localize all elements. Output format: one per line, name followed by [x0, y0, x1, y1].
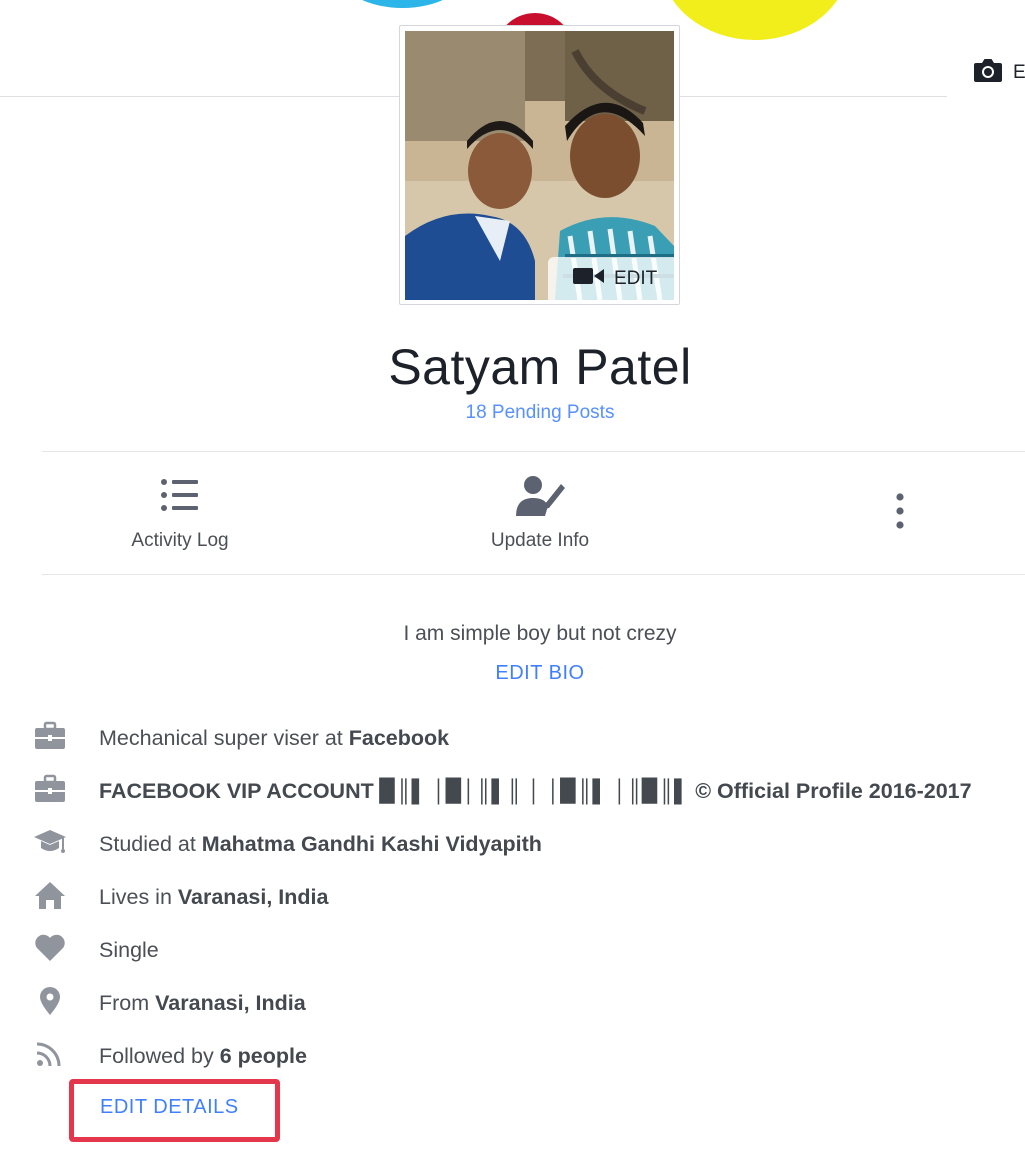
edit-cover-button[interactable]: E	[947, 48, 1025, 98]
detail-from[interactable]: From Varanasi, India	[0, 983, 306, 1023]
update-info-button[interactable]: Update Info	[455, 468, 625, 552]
briefcase-icon	[34, 721, 66, 756]
from-prefix: From	[99, 990, 156, 1015]
pending-posts-link[interactable]: 18 Pending Posts	[0, 402, 1025, 424]
detail-followers[interactable]: Followed by 6 people	[0, 1036, 307, 1076]
location-pin-icon	[34, 986, 66, 1021]
profile-photo-image: EDIT	[405, 31, 674, 300]
actions-divider-bottom	[42, 574, 1025, 575]
profile-name: Satyam Patel	[388, 339, 692, 395]
detail-lives[interactable]: Lives in Varanasi, India	[0, 877, 328, 917]
education-school: Mahatma Gandhi Kashi Vidyapith	[201, 831, 542, 856]
edit-photo-label: EDIT	[614, 267, 658, 289]
more-vertical-icon	[895, 492, 905, 535]
lives-city: Varanasi, India	[177, 884, 329, 909]
detail-work[interactable]: Mechanical super viser at Facebook	[0, 718, 449, 758]
work-company: Facebook	[348, 725, 450, 750]
detail-education[interactable]: Studied at Mahatma Gandhi Kashi Vidyapit…	[0, 824, 542, 864]
lives-prefix: Lives in	[99, 884, 178, 909]
bio-text: I am simple boy but not crezy	[403, 622, 677, 645]
profile-picture[interactable]: EDIT	[399, 25, 680, 305]
home-icon	[34, 880, 66, 915]
update-info-label: Update Info	[490, 530, 590, 551]
graduation-cap-icon	[33, 827, 66, 862]
edit-cover-label: E	[1013, 62, 1025, 83]
edit-profile-picture-button[interactable]: EDIT	[548, 257, 674, 300]
followers-count: 6 people	[219, 1043, 307, 1068]
followers-prefix: Followed by	[99, 1043, 220, 1068]
work-2-text: FACEBOOK VIP ACCOUNT ▉║▌ │▉│║▌║ │ │▉║▌ │…	[99, 778, 972, 803]
actions-divider-top	[42, 451, 1025, 452]
camera-icon	[973, 57, 1013, 89]
cover-balloon-blue	[340, 0, 465, 8]
video-camera-icon	[573, 266, 614, 292]
rss-feed-icon	[34, 1039, 66, 1074]
briefcase-icon	[34, 774, 66, 809]
detail-work-2[interactable]: FACEBOOK VIP ACCOUNT ▉║▌ │▉│║▌║ │ │▉║▌ │…	[0, 771, 972, 811]
list-icon	[160, 478, 200, 518]
activity-log-button[interactable]: Activity Log	[100, 468, 260, 552]
edit-details-link[interactable]: EDIT DETAILS	[100, 1096, 239, 1119]
more-options-button[interactable]	[880, 490, 920, 536]
detail-relationship[interactable]: Single	[0, 930, 159, 970]
relationship-status: Single	[99, 937, 159, 962]
edit-bio-link[interactable]: EDIT BIO	[0, 662, 1025, 685]
work-prefix: Mechanical super viser at	[99, 725, 349, 750]
from-city: Varanasi, India	[155, 990, 306, 1015]
cover-balloon-yellow	[660, 0, 850, 40]
person-edit-icon	[515, 474, 565, 522]
activity-log-label: Activity Log	[131, 530, 229, 551]
heart-icon	[34, 933, 66, 968]
education-prefix: Studied at	[99, 831, 202, 856]
